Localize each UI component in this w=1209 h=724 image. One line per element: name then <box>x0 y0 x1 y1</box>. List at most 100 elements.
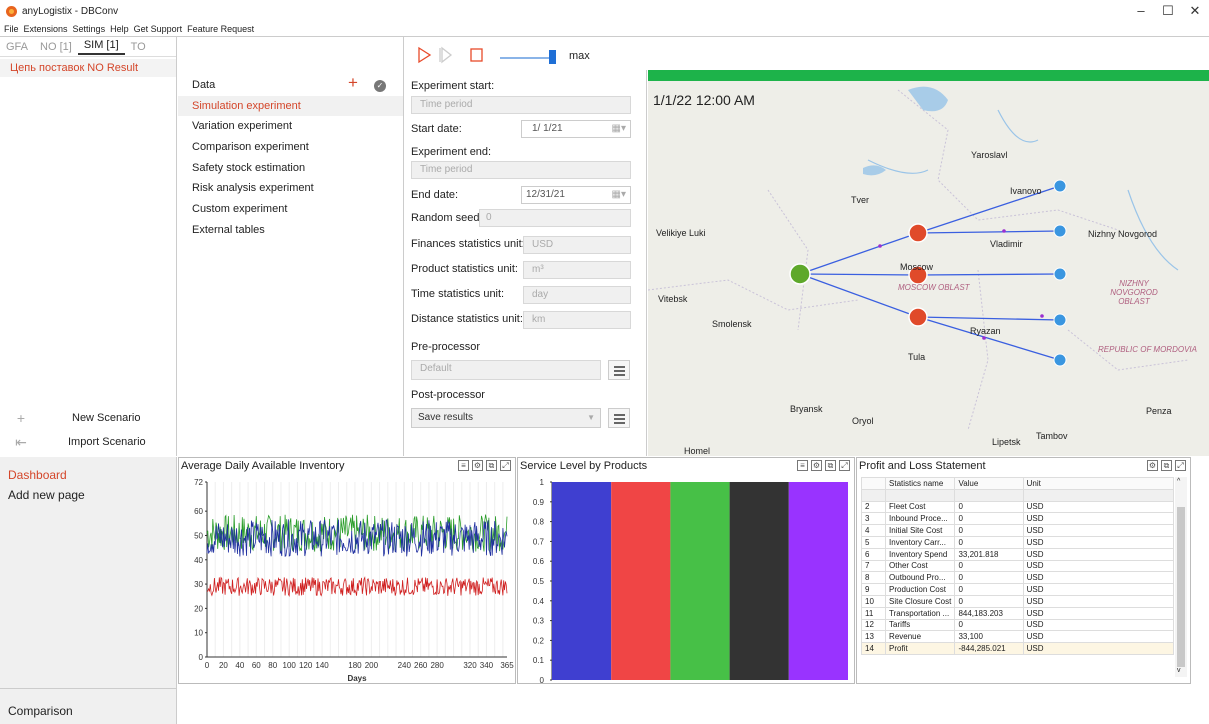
exp-custom[interactable]: Custom experiment <box>178 199 403 220</box>
legend-icon[interactable]: ≡ <box>797 460 808 471</box>
exp-start-label: Experiment start: <box>411 80 495 92</box>
warehouse-node-icon[interactable] <box>908 223 928 243</box>
table-row[interactable]: 13 Revenue 33,100 USD <box>860 630 1175 644</box>
end-time-period-field[interactable]: Time period <box>411 161 631 179</box>
table-row[interactable]: 5 Inventory Carr... 0 USD <box>860 535 1175 549</box>
column-header[interactable]: Unit <box>1022 477 1175 490</box>
start-date-field[interactable]: 1/ 1/21 ▦▾ <box>521 120 631 138</box>
settings-icon[interactable]: ⚙ <box>1147 460 1158 471</box>
nav-comparison[interactable]: Comparison <box>0 701 73 721</box>
menu-feature-request[interactable]: Feature Request <box>187 24 254 34</box>
pre-processor-menu-icon[interactable] <box>608 360 630 380</box>
random-seed-field[interactable]: 0 <box>479 209 631 227</box>
table-row[interactable]: 8 Outbound Pro... 0 USD <box>860 571 1175 585</box>
supplier-node-icon[interactable] <box>789 263 811 285</box>
exp-safety-stock[interactable]: Safety stock estimation <box>178 158 403 179</box>
step-icon[interactable] <box>441 46 453 64</box>
customer-node-icon[interactable] <box>1053 353 1067 367</box>
service-level-chart: 0 0.1 0.2 0.3 0.4 0.5 0.6 0.7 0.8 0.9 1 <box>533 478 848 684</box>
exp-variation[interactable]: Variation experiment <box>178 116 403 137</box>
copy-icon[interactable]: ⧉ <box>486 460 497 471</box>
table-row[interactable]: 12 Tariffs 0 USD <box>860 618 1175 632</box>
tab-to[interactable]: TO <box>125 41 152 53</box>
table-row[interactable]: 2 Fleet Cost 0 USD <box>860 500 1175 514</box>
map-view[interactable]: 1/1/22 12:00 AM Yaroslavl Ivanovo Tver V… <box>648 70 1209 456</box>
customer-node-icon[interactable] <box>1053 267 1067 281</box>
import-scenario-button[interactable]: ⇤ Import Scenario <box>0 431 177 453</box>
stop-icon[interactable] <box>470 48 483 62</box>
minimize-button[interactable]: – <box>1126 2 1156 20</box>
nav-dashboard[interactable]: Dashboard <box>0 465 176 485</box>
copy-icon[interactable]: ⧉ <box>825 460 836 471</box>
settings-icon[interactable]: ⚙ <box>811 460 822 471</box>
product-unit-field[interactable]: m³ <box>523 261 631 279</box>
column-header[interactable]: Value <box>954 477 1024 490</box>
calendar-icon[interactable]: ▦▾ <box>612 187 626 203</box>
legend-icon[interactable]: ≡ <box>458 460 469 471</box>
table-row[interactable]: 14 Profit -844,285.021 USD <box>860 642 1175 655</box>
add-icon[interactable]: + <box>348 73 358 94</box>
customer-node-icon[interactable] <box>1053 313 1067 327</box>
y-tick-label: 0 <box>199 653 204 662</box>
start-time-period-field[interactable]: Time period <box>411 96 631 114</box>
customer-node-icon[interactable] <box>1053 179 1067 193</box>
exp-risk[interactable]: Risk analysis experiment <box>178 178 403 199</box>
filter-cell[interactable] <box>860 488 887 502</box>
copy-icon[interactable]: ⧉ <box>1161 460 1172 471</box>
table-row[interactable]: 3 Inbound Proce... 0 USD <box>860 512 1175 526</box>
scenario-item[interactable]: Цепь поставок NO Result <box>0 59 176 77</box>
table-row[interactable]: 6 Inventory Spend 33,201.818 USD <box>860 547 1175 561</box>
play-icon[interactable] <box>418 46 432 64</box>
post-processor-select[interactable]: Save results ▼ <box>411 408 601 428</box>
speed-slider-handle[interactable] <box>549 50 556 64</box>
table-row[interactable]: 11 Transportation ... 844,183.203 USD <box>860 606 1175 620</box>
pre-processor-field[interactable]: Default <box>411 360 601 380</box>
column-header[interactable]: Statistics name <box>885 477 956 490</box>
exp-external-tables[interactable]: External tables <box>178 220 403 241</box>
menu-help[interactable]: Help <box>110 24 129 34</box>
table-row[interactable]: 4 Initial Site Cost 0 USD <box>860 524 1175 537</box>
table-row[interactable]: 9 Production Cost 0 USD <box>860 583 1175 596</box>
maximize-button[interactable]: ☐ <box>1153 2 1183 20</box>
tab-sim[interactable]: SIM [1] <box>77 39 125 55</box>
chevron-up-icon[interactable]: ^ <box>1177 478 1180 485</box>
city-label: Bryansk <box>790 404 823 414</box>
warehouse-node-icon[interactable] <box>908 307 928 327</box>
close-button[interactable]: ✕ <box>1180 2 1209 20</box>
calendar-icon[interactable]: ▦▾ <box>612 121 626 137</box>
table-row[interactable]: 7 Other Cost 0 USD <box>860 559 1175 573</box>
time-unit-field[interactable]: day <box>523 286 631 304</box>
distance-unit-field[interactable]: km <box>523 311 631 329</box>
post-processor-menu-icon[interactable] <box>608 408 630 428</box>
y-tick-label: 0.1 <box>533 656 545 665</box>
check-icon[interactable]: ✓ <box>374 80 386 92</box>
finances-unit-field[interactable]: USD <box>523 236 631 254</box>
exp-comparison[interactable]: Comparison experiment <box>178 137 403 158</box>
menu-extensions[interactable]: Extensions <box>24 24 68 34</box>
expand-icon[interactable]: ⤢ <box>500 460 511 471</box>
tab-gfa[interactable]: GFA <box>0 41 34 53</box>
filter-cell[interactable] <box>954 488 1024 502</box>
expand-icon[interactable]: ⤢ <box>1175 460 1186 471</box>
filter-cell[interactable] <box>1022 488 1175 502</box>
expand-icon[interactable]: ⤢ <box>839 460 850 471</box>
service-level-panel: Service Level by Products ≡ ⚙ ⧉ ⤢ 0 0.1 0.2 0.… <box>517 457 855 684</box>
table-cell: USD <box>1022 594 1175 608</box>
new-scenario-button[interactable]: + New Scenario <box>0 407 177 429</box>
scrollbar[interactable]: ^ v <box>1175 477 1187 677</box>
end-date-field[interactable]: 12/31/21 ▦▾ <box>521 186 631 204</box>
x-tick-label: 0 <box>205 661 210 670</box>
customer-node-icon[interactable] <box>1053 224 1067 238</box>
menu-settings[interactable]: Settings <box>73 24 106 34</box>
menu-file[interactable]: File <box>4 24 19 34</box>
column-header[interactable] <box>860 477 887 490</box>
nav-add-new-page[interactable]: Add new page <box>0 485 176 505</box>
exp-simulation[interactable]: Simulation experiment <box>178 95 403 117</box>
chevron-down-icon[interactable]: v <box>1177 667 1181 674</box>
scrollbar-thumb[interactable] <box>1177 507 1185 667</box>
filter-cell[interactable] <box>885 488 956 502</box>
menu-get-support[interactable]: Get Support <box>134 24 183 34</box>
settings-icon[interactable]: ⚙ <box>472 460 483 471</box>
tab-no[interactable]: NO [1] <box>34 41 78 53</box>
table-row[interactable]: 10 Site Closure Cost 0 USD <box>860 594 1175 608</box>
